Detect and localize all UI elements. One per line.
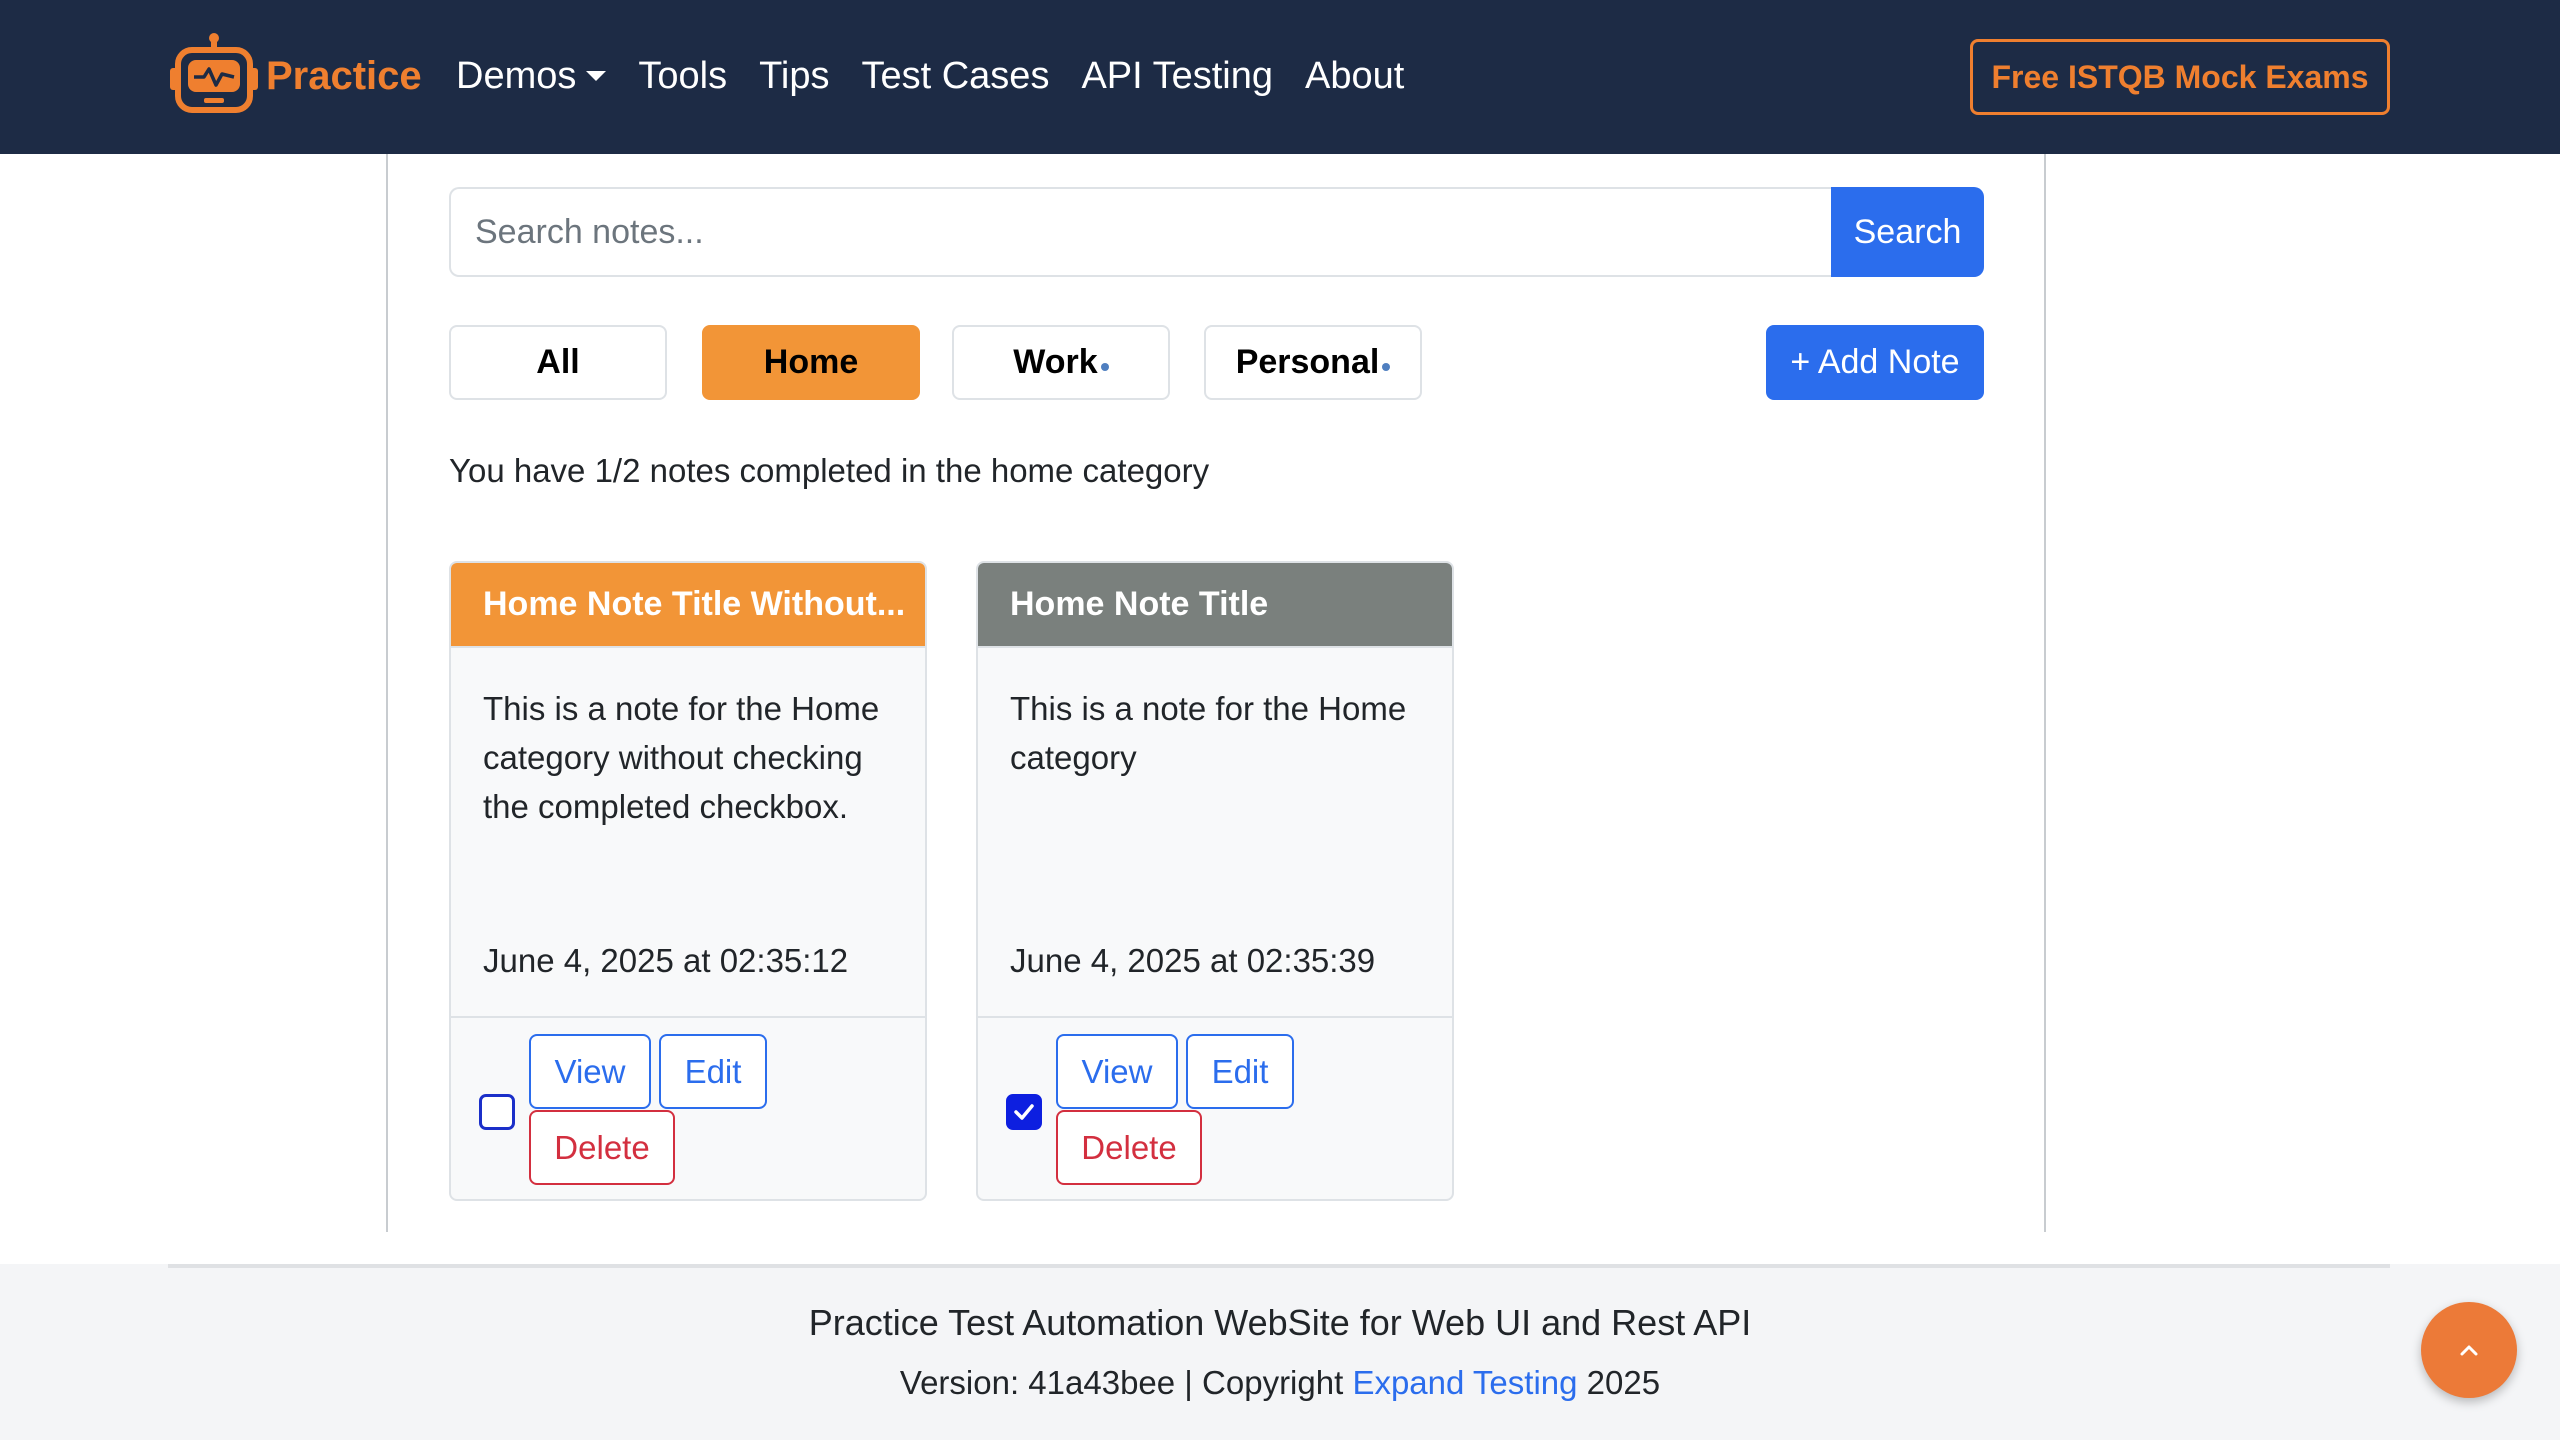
nav-about[interactable]: About	[1305, 55, 1404, 98]
note-card: Home Note Title This is a note for the H…	[976, 561, 1454, 1201]
nav-links: Demos Tools Tips Test Cases API Testing …	[456, 30, 1436, 122]
footer-copyright: Version: 41a43bee | Copyright Expand Tes…	[0, 1364, 2560, 1402]
search-input[interactable]	[449, 187, 1831, 277]
category-all-label: All	[536, 343, 580, 381]
category-work-button[interactable]: Work	[952, 325, 1170, 400]
navbar: Practice Demos Tools Tips Test Cases API…	[0, 0, 2560, 154]
footer: Practice Test Automation WebSite for Web…	[0, 1264, 2560, 1440]
robot-logo-icon	[170, 33, 258, 113]
scroll-to-top-button[interactable]	[2421, 1302, 2517, 1398]
edit-note-button[interactable]: Edit	[1186, 1034, 1294, 1109]
progress-text: You have 1/2 notes completed in the home…	[449, 452, 1210, 489]
category-work-label: Work	[1013, 343, 1098, 381]
nav-tips[interactable]: Tips	[759, 55, 829, 98]
footer-version: Version: 41a43bee | Copyright	[899, 1364, 1353, 1401]
view-note-button[interactable]: View	[529, 1034, 651, 1109]
caret-down-icon	[586, 71, 607, 81]
note-date: June 4, 2025 at 02:35:12	[483, 942, 849, 979]
note-card: Home Note Title Without... This is a not…	[449, 561, 927, 1201]
delete-note-button[interactable]: Delete	[529, 1110, 675, 1185]
footer-title: Practice Test Automation WebSite for Web…	[808, 1302, 1752, 1343]
note-completed-checkbox[interactable]	[1006, 1094, 1042, 1130]
nav-tools[interactable]: Tools	[638, 55, 727, 98]
nav-api-testing[interactable]: API Testing	[1081, 55, 1273, 98]
note-title: Home Note Title Without...	[451, 563, 925, 646]
brand-name: Practice	[266, 53, 422, 98]
category-home-label: Home	[763, 343, 859, 381]
edit-note-button[interactable]: Edit	[659, 1034, 767, 1109]
add-note-button[interactable]: + Add Note	[1766, 325, 1984, 400]
note-body: This is a note for the Home category wit…	[451, 646, 925, 1016]
footer-divider	[168, 1264, 2390, 1268]
brand-link[interactable]: Practice	[168, 30, 422, 122]
note-title: Home Note Title	[978, 563, 1452, 646]
delete-note-button[interactable]: Delete	[1056, 1110, 1202, 1185]
personal-indicator-dot-icon	[1382, 362, 1391, 371]
category-all-button[interactable]: All	[449, 325, 667, 400]
category-personal-label: Personal	[1235, 343, 1380, 381]
expand-testing-link[interactable]: Expand Testing	[1352, 1364, 1577, 1401]
nav-demos-label: Demos	[456, 54, 577, 97]
note-footer: View Edit Delete	[451, 1016, 925, 1199]
nav-demos-dropdown[interactable]: Demos	[456, 54, 607, 98]
search-button[interactable]: Search	[1831, 187, 1984, 277]
note-date: June 4, 2025 at 02:35:39	[1010, 942, 1376, 979]
work-indicator-dot-icon	[1100, 362, 1109, 371]
checkmark-icon	[1014, 1104, 1034, 1120]
note-footer: View Edit Delete	[978, 1016, 1452, 1199]
category-personal-button[interactable]: Personal	[1204, 325, 1422, 400]
nav-test-cases[interactable]: Test Cases	[861, 55, 1049, 98]
note-body: This is a note for the Home category Jun…	[978, 646, 1452, 1016]
note-description: This is a note for the Home category	[1010, 690, 1407, 776]
category-home-button[interactable]: Home	[702, 325, 920, 400]
istqb-mock-exams-button[interactable]: Free ISTQB Mock Exams	[1970, 39, 2390, 115]
note-description: This is a note for the Home category wit…	[483, 690, 880, 825]
note-completed-checkbox[interactable]	[479, 1094, 515, 1130]
footer-year: 2025	[1577, 1364, 1661, 1401]
view-note-button[interactable]: View	[1056, 1034, 1178, 1109]
chevron-up-icon	[2460, 1345, 2478, 1356]
